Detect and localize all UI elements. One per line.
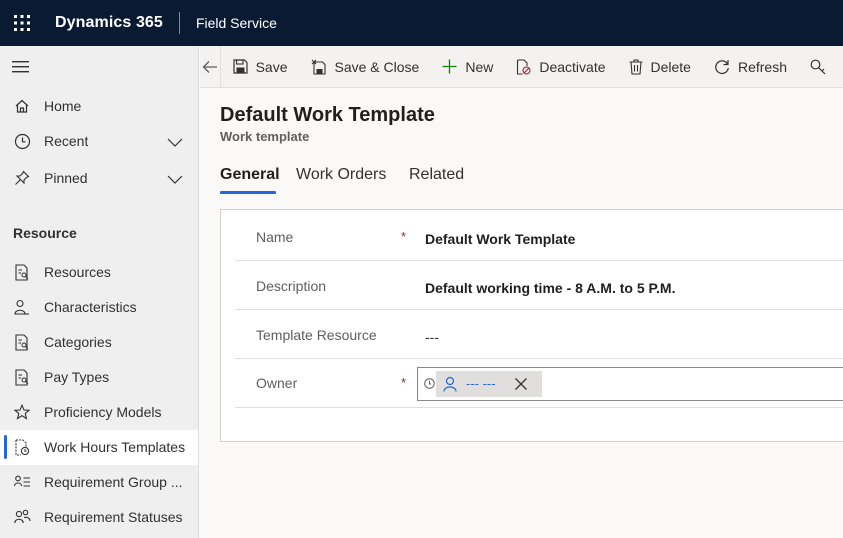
people-status-icon — [12, 507, 32, 527]
pin-icon — [12, 168, 32, 188]
app-launcher-button[interactable] — [0, 0, 44, 46]
nav-item-categories[interactable]: Categories — [0, 325, 198, 360]
refresh-label: Refresh — [737, 58, 787, 75]
template-resource-label: Template Resource — [256, 327, 377, 343]
user-icon — [443, 376, 457, 392]
save-close-button[interactable]: Save & Close — [297, 46, 429, 88]
save-icon — [232, 59, 248, 74]
name-label: Name — [256, 229, 294, 245]
save-close-icon — [311, 59, 326, 75]
nav-item-label: Recent — [44, 133, 89, 149]
top-bar: Dynamics 365 Field Service — [0, 0, 843, 46]
topbar-divider — [178, 12, 180, 34]
save-close-label: Save & Close — [334, 58, 420, 75]
nav-item-label: Pay Types — [44, 369, 110, 385]
chevron-down-icon[interactable] — [166, 170, 184, 188]
required-marker: * — [401, 229, 407, 244]
description-field[interactable]: Default working time - 8 A.M. to 5 P.M. — [425, 280, 675, 296]
nav-item-requirement-group[interactable]: Requirement Group ... — [0, 465, 198, 500]
record-title: Default Work Template — [220, 104, 435, 126]
clock-icon — [12, 131, 32, 151]
pay-type-icon — [12, 367, 32, 387]
template-resource-field[interactable]: --- — [425, 329, 439, 345]
document-clock-icon — [12, 437, 32, 457]
active-tab-underline — [220, 191, 276, 194]
nav-item-pinned[interactable]: Pinned — [0, 161, 198, 196]
description-label: Description — [256, 278, 327, 294]
required-marker: * — [401, 375, 407, 390]
nav-item-recent[interactable]: Recent — [0, 124, 198, 159]
owner-name-link[interactable]: --- --- — [466, 376, 496, 391]
brand-name[interactable]: Dynamics 365 — [55, 14, 163, 32]
star-icon — [12, 402, 32, 422]
tab-related[interactable]: Related — [409, 166, 464, 184]
hamburger-button[interactable] — [12, 60, 30, 74]
close-icon[interactable] — [514, 377, 528, 391]
hamburger-icon — [12, 61, 29, 73]
resource-list-icon — [12, 262, 32, 282]
chevron-down-icon[interactable] — [166, 133, 184, 151]
field-row-name: Name * Default Work Template — [235, 212, 843, 261]
home-icon — [12, 96, 32, 116]
refresh-icon — [715, 59, 729, 74]
delete-label: Delete — [650, 58, 691, 75]
deactivate-label: Deactivate — [539, 58, 606, 75]
nav-item-label: Categories — [44, 334, 112, 350]
nav-item-home[interactable]: Home — [0, 89, 198, 124]
command-bar: Save Save & Close New Deactivate Delete … — [200, 45, 843, 88]
deactivate-button[interactable]: Deactivate — [502, 46, 614, 88]
nav-section-title: Resource — [13, 225, 77, 241]
name-field[interactable]: Default Work Template — [425, 231, 575, 247]
nav-item-label: Characteristics — [44, 299, 137, 315]
category-list-icon — [12, 332, 32, 352]
new-label: New — [465, 58, 494, 75]
nav-item-proficiency-models[interactable]: Proficiency Models — [0, 395, 198, 430]
tab-work-orders[interactable]: Work Orders — [296, 166, 386, 184]
lock-info-icon — [424, 378, 435, 389]
back-arrow-icon — [202, 60, 217, 73]
nav-item-label: Home — [44, 98, 82, 114]
sitemap-nav: Home Recent Pinned Resource Resources Ch… — [0, 46, 199, 538]
tab-general[interactable]: General — [220, 166, 280, 184]
save-label: Save — [255, 58, 288, 75]
back-button[interactable] — [200, 45, 221, 88]
nav-item-label: Proficiency Models — [44, 404, 162, 420]
search-button[interactable] — [796, 46, 843, 88]
delete-button[interactable]: Delete — [615, 46, 700, 88]
field-row-template-resource: Template Resource --- — [235, 310, 843, 359]
nav-item-resources[interactable]: Resources — [0, 255, 198, 290]
deactivate-icon — [517, 58, 531, 75]
record-entity-name: Work template — [220, 129, 310, 144]
nav-item-label: Work Hours Templates — [44, 439, 186, 455]
nav-item-requirement-statuses[interactable]: Requirement Statuses — [0, 500, 198, 535]
trash-icon — [629, 58, 642, 75]
save-button[interactable]: Save — [221, 46, 297, 88]
nav-item-pay-types[interactable]: Pay Types — [0, 360, 198, 395]
selected-indicator — [4, 435, 7, 459]
nav-item-label: Requirement Group ... — [44, 474, 183, 490]
group-list-icon — [12, 472, 32, 492]
plus-icon — [442, 59, 457, 74]
nav-item-label: Requirement Statuses — [44, 509, 183, 525]
general-section: Name * Default Work Template Description… — [220, 209, 843, 442]
nav-item-label: Pinned — [44, 170, 88, 186]
owner-label: Owner — [256, 375, 298, 391]
new-button[interactable]: New — [428, 46, 502, 88]
app-name[interactable]: Field Service — [196, 15, 277, 31]
refresh-button[interactable]: Refresh — [700, 46, 796, 88]
nav-item-characteristics[interactable]: Characteristics — [0, 290, 198, 325]
search-key-icon — [810, 59, 826, 74]
person-skill-icon — [12, 297, 32, 317]
owner-lookup-chip[interactable]: --- --- — [436, 371, 542, 397]
owner-lookup-field[interactable]: --- --- — [417, 367, 843, 401]
waffle-icon — [14, 15, 30, 31]
field-row-description: Description Default working time - 8 A.M… — [235, 261, 843, 310]
nav-item-work-hours-templates[interactable]: Work Hours Templates — [0, 430, 198, 465]
field-row-owner: Owner * --- --- — [235, 359, 843, 408]
nav-item-label: Resources — [44, 264, 111, 280]
